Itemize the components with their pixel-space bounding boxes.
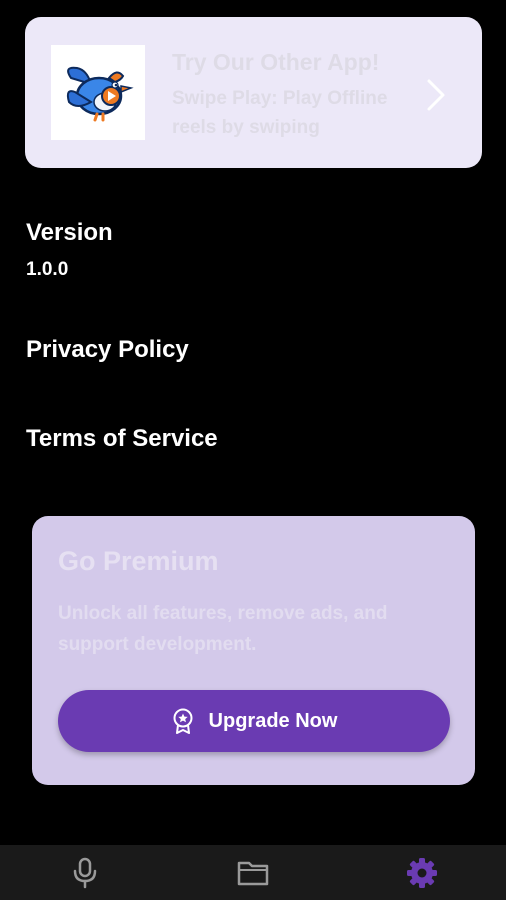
- bird-logo-icon: [66, 66, 134, 121]
- terms-of-service-link[interactable]: Terms of Service: [26, 425, 218, 453]
- premium-description: Unlock all features, remove ads, and sup…: [58, 603, 388, 655]
- nav-item-settings[interactable]: [382, 845, 462, 900]
- premium-title: Go Premium: [58, 546, 219, 576]
- version-label: Version: [26, 219, 113, 246]
- nav-item-microphone[interactable]: [45, 845, 125, 900]
- bottom-navigation: [0, 845, 506, 900]
- upgrade-now-label: Upgrade Now: [208, 709, 338, 732]
- gear-icon: [407, 857, 437, 888]
- nav-item-folder[interactable]: [213, 845, 293, 900]
- microphone-icon: [73, 857, 97, 888]
- privacy-policy-link[interactable]: Privacy Policy: [26, 336, 189, 364]
- promo-app-logo: [51, 45, 145, 140]
- upgrade-now-button[interactable]: Upgrade Now: [58, 690, 450, 752]
- badge-star-icon: [173, 708, 193, 734]
- chevron-right-icon[interactable]: [423, 77, 449, 113]
- promo-title: Try Our Other App!: [172, 49, 380, 75]
- promo-description: Swipe Play: Play Offline reels by swipin…: [172, 88, 388, 138]
- premium-card: Go Premium Unlock all features, remove a…: [32, 516, 475, 785]
- version-value: 1.0.0: [26, 259, 69, 280]
- folder-icon: [237, 861, 269, 885]
- promo-card[interactable]: Try Our Other App! Swipe Play: Play Offl…: [25, 17, 482, 168]
